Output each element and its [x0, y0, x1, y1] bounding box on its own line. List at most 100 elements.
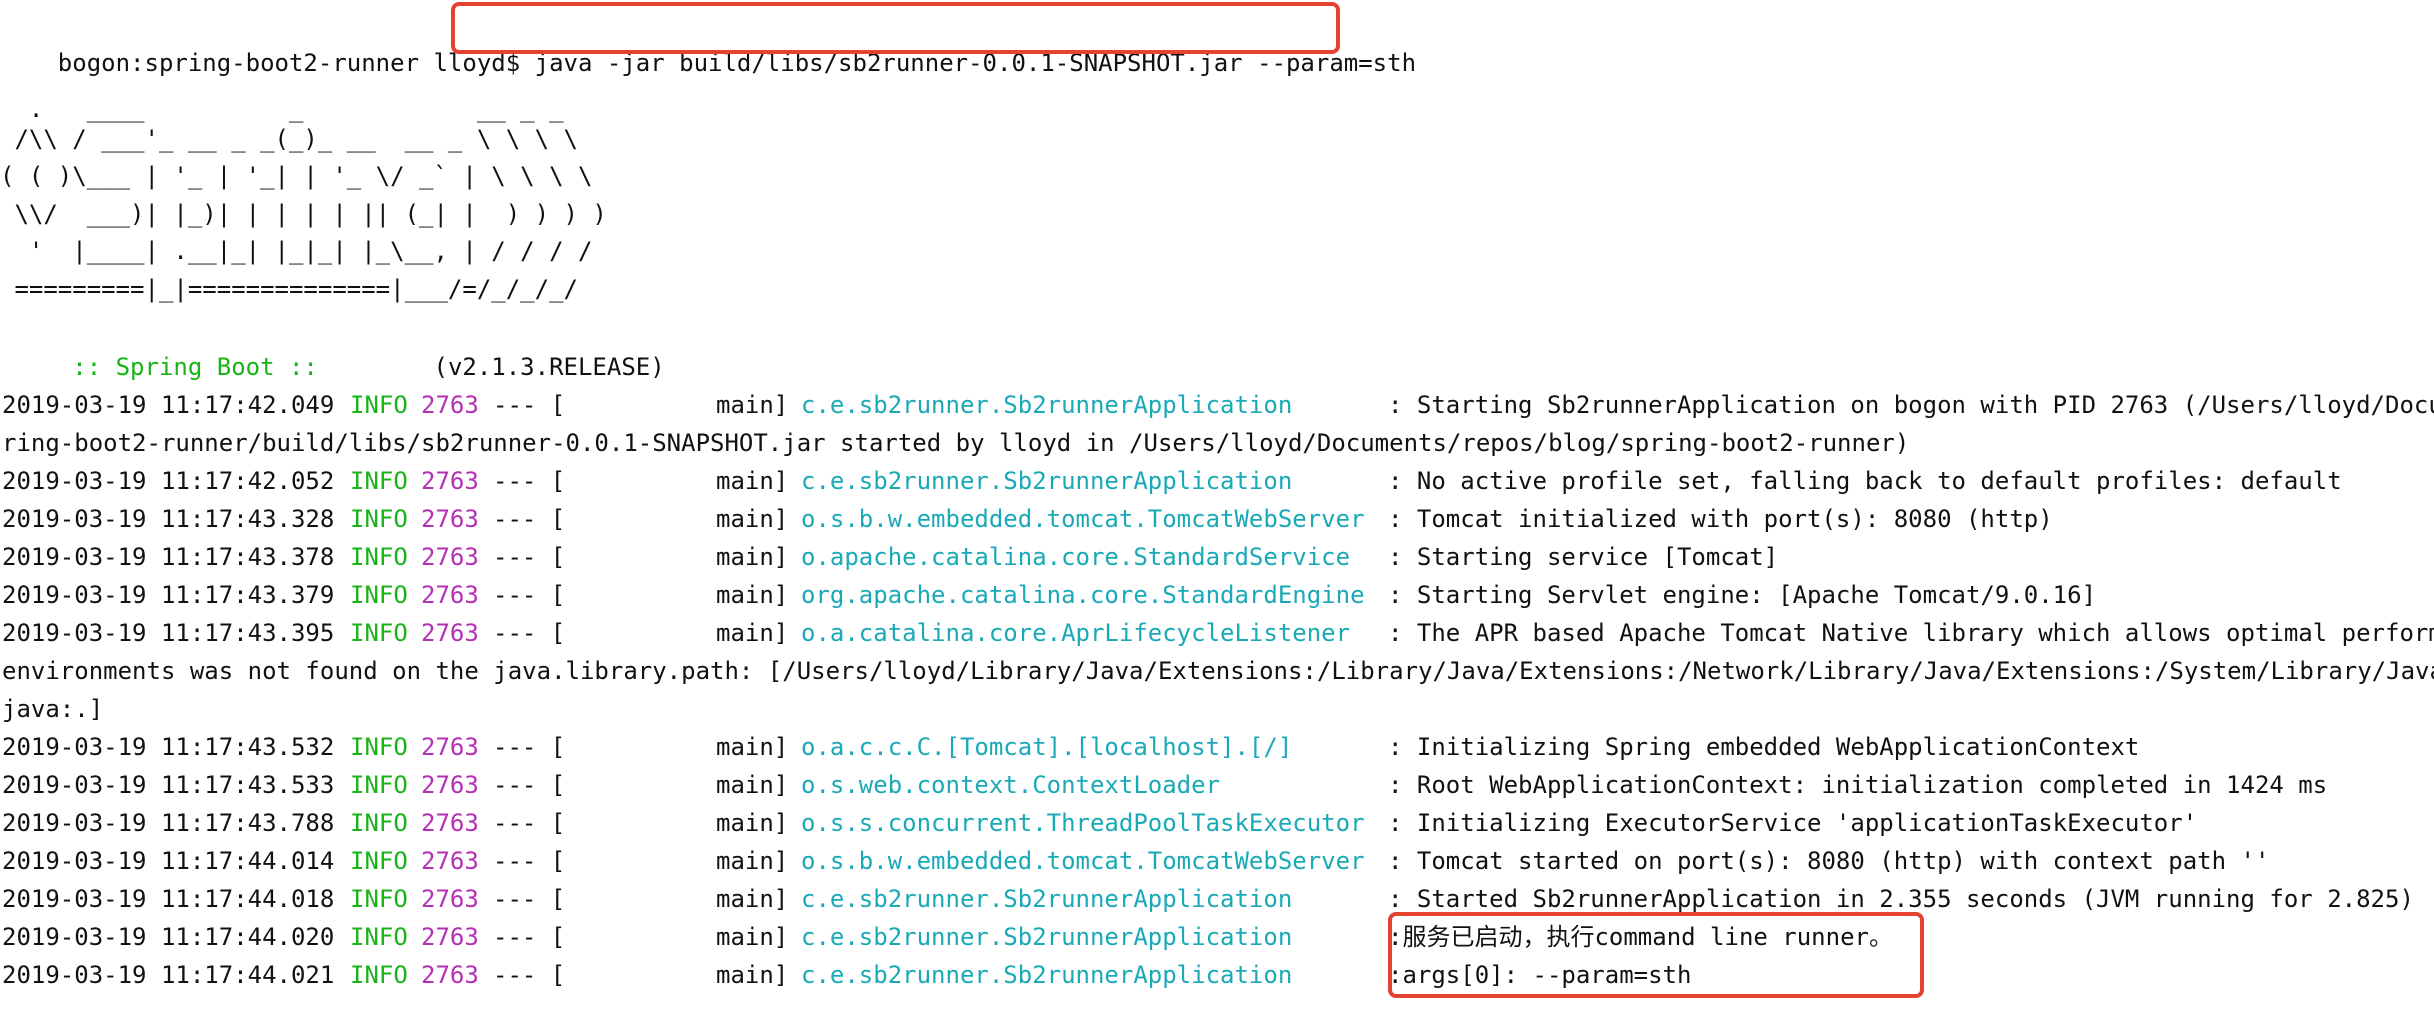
log-message: : Starting Sb2runnerApplication on bogon… — [1388, 391, 2434, 419]
log-separator: --- [ — [493, 619, 566, 647]
banner-line: =========|_|==============|___/=/_/_/_/ — [0, 275, 578, 303]
log-level: INFO — [350, 847, 408, 875]
log-message: : Tomcat started on port(s): 8080 (http)… — [1388, 847, 2270, 875]
log-thread: main] — [716, 391, 789, 419]
runner-output-highlight-box — [1388, 912, 1924, 998]
log-timestamp: 2019-03-19 11:17:44.014 — [2, 847, 335, 875]
log-continuation-line: java:.] — [0, 690, 2434, 728]
log-separator: --- [ — [493, 885, 566, 913]
log-line: 2019-03-19 11:17:44.021 INFO 2763 --- [main… — [0, 956, 2434, 994]
spring-boot-label: :: Spring Boot :: — [57, 353, 333, 381]
log-message: : Tomcat initialized with port(s): 8080 … — [1388, 505, 2053, 533]
log-thread: main] — [716, 505, 789, 533]
log-level: INFO — [350, 619, 408, 647]
log-level: INFO — [350, 809, 408, 837]
log-line: 2019-03-19 11:17:43.379 INFO 2763 --- [main… — [0, 576, 2434, 614]
log-pid: 2763 — [421, 619, 479, 647]
log-timestamp: 2019-03-19 11:17:43.379 — [2, 581, 335, 609]
log-level: INFO — [350, 733, 408, 761]
log-pid: 2763 — [421, 923, 479, 951]
log-timestamp: 2019-03-19 11:17:43.378 — [2, 543, 335, 571]
log-continuation-text: environments was not found on the java.l… — [2, 657, 2434, 685]
log-logger-name: o.s.b.w.embedded.tomcat.TomcatWebServer — [801, 505, 1365, 533]
banner-line: /\\ / ___'_ __ _ _(_)_ __ __ _ \ \ \ \ — [0, 125, 578, 153]
log-line: 2019-03-19 11:17:42.049 INFO 2763 --- [main… — [0, 386, 2434, 424]
log-continuation-line: ring-boot2-runner/build/libs/sb2runner-0… — [0, 424, 2434, 462]
log-continuation-text: java:.] — [2, 695, 104, 723]
log-thread: main] — [716, 771, 789, 799]
log-timestamp: 2019-03-19 11:17:42.049 — [2, 391, 335, 419]
log-logger-name: c.e.sb2runner.Sb2runnerApplication — [801, 391, 1293, 419]
log-logger-name: o.s.web.context.ContextLoader — [801, 771, 1221, 799]
log-thread: main] — [716, 809, 789, 837]
log-timestamp: 2019-03-19 11:17:44.020 — [2, 923, 335, 951]
log-separator: --- [ — [493, 771, 566, 799]
log-pid: 2763 — [421, 771, 479, 799]
log-separator: --- [ — [493, 961, 566, 989]
banner-line: ' |____| .__|_| |_|_| |_\__, | / / / / — [0, 237, 593, 265]
log-pid: 2763 — [421, 391, 479, 419]
log-thread: main] — [716, 885, 789, 913]
log-logger-name: c.e.sb2runner.Sb2runnerApplication — [801, 923, 1293, 951]
log-timestamp: 2019-03-19 11:17:43.788 — [2, 809, 335, 837]
log-thread: main] — [716, 847, 789, 875]
spring-boot-version: (v2.1.3.RELEASE) — [332, 353, 665, 381]
log-line: 2019-03-19 11:17:43.395 INFO 2763 --- [ main… — [0, 614, 2434, 652]
spring-boot-version-line: :: Spring Boot :: (v2.1.3.RELEASE) — [0, 310, 664, 381]
log-thread: main] — [716, 923, 789, 951]
log-logger-name: o.a.c.c.C.[Tomcat].[localhost].[/] — [801, 733, 1293, 761]
log-message: : Initializing Spring embedded WebApplic… — [1388, 733, 2140, 761]
log-separator: --- [ — [493, 505, 566, 533]
log-level: INFO — [350, 581, 408, 609]
log-timestamp: 2019-03-19 11:17:43.328 — [2, 505, 335, 533]
log-timestamp: 2019-03-19 11:17:43.395 — [2, 619, 335, 647]
log-pid: 2763 — [421, 847, 479, 875]
log-line: 2019-03-19 11:17:44.020 INFO 2763 --- [main… — [0, 918, 2434, 956]
shell-prompt: bogon:spring-boot2-runner lloyd$ — [57, 49, 521, 77]
log-timestamp: 2019-03-19 11:17:43.532 — [2, 733, 335, 761]
log-message: : Initializing ExecutorService 'applicat… — [1388, 809, 2198, 837]
log-continuation-line: environments was not found on the java.l… — [0, 652, 2434, 690]
log-thread: main] — [716, 733, 789, 761]
log-logger-name: o.apache.catalina.core.StandardService — [801, 543, 1351, 571]
log-message: : Root WebApplicationContext: initializa… — [1388, 771, 2328, 799]
log-pid: 2763 — [421, 809, 479, 837]
log-pid: 2763 — [421, 543, 479, 571]
log-separator: --- [ — [493, 467, 566, 495]
log-timestamp: 2019-03-19 11:17:44.018 — [2, 885, 335, 913]
log-logger-name: c.e.sb2runner.Sb2runnerApplication — [801, 467, 1293, 495]
log-line: 2019-03-19 11:17:44.018 INFO 2763 --- [main… — [0, 880, 2434, 918]
log-thread: main] — [716, 619, 789, 647]
log-timestamp: 2019-03-19 11:17:44.021 — [2, 961, 335, 989]
log-line: 2019-03-19 11:17:43.533 INFO 2763 --- [ main… — [0, 766, 2434, 804]
log-thread: main] — [716, 961, 789, 989]
log-message: : No active profile set, falling back to… — [1388, 467, 2342, 495]
log-level: INFO — [350, 543, 408, 571]
log-separator: --- [ — [493, 543, 566, 571]
log-level: INFO — [350, 771, 408, 799]
log-level: INFO — [350, 505, 408, 533]
log-thread: main] — [716, 581, 789, 609]
banner-line: ( ( )\___ | '_ | '_| | '_ \/ _` | \ \ \ … — [0, 162, 593, 190]
log-pid: 2763 — [421, 467, 479, 495]
log-pid: 2763 — [421, 581, 479, 609]
log-pid: 2763 — [421, 885, 479, 913]
log-timestamp: 2019-03-19 11:17:43.533 — [2, 771, 335, 799]
log-timestamp: 2019-03-19 11:17:42.052 — [2, 467, 335, 495]
log-line: 2019-03-19 11:17:43.328 INFO 2763 --- [ main… — [0, 500, 2434, 538]
log-message: : The APR based Apache Tomcat Native lib… — [1388, 619, 2434, 647]
log-pid: 2763 — [421, 505, 479, 533]
log-continuation-text: ring-boot2-runner/build/libs/sb2runner-0… — [2, 429, 1910, 457]
terminal-window[interactable]: bogon:spring-boot2-runner lloyd$ java -j… — [0, 0, 2434, 1036]
log-level: INFO — [350, 467, 408, 495]
log-line: 2019-03-19 11:17:43.378 INFO 2763 --- [main… — [0, 538, 2434, 576]
log-line: 2019-03-19 11:17:43.532 INFO 2763 --- [main… — [0, 728, 2434, 766]
log-logger-name: c.e.sb2runner.Sb2runnerApplication — [801, 885, 1293, 913]
log-separator: --- [ — [493, 809, 566, 837]
log-pid: 2763 — [421, 733, 479, 761]
log-message: : Starting Servlet engine: [Apache Tomca… — [1388, 581, 2097, 609]
log-separator: --- [ — [493, 923, 566, 951]
log-logger-name: o.s.s.concurrent.ThreadPoolTaskExecutor — [801, 809, 1365, 837]
log-message: : Starting service [Tomcat] — [1388, 543, 1779, 571]
log-line: 2019-03-19 11:17:43.788 INFO 2763 --- [ main… — [0, 804, 2434, 842]
